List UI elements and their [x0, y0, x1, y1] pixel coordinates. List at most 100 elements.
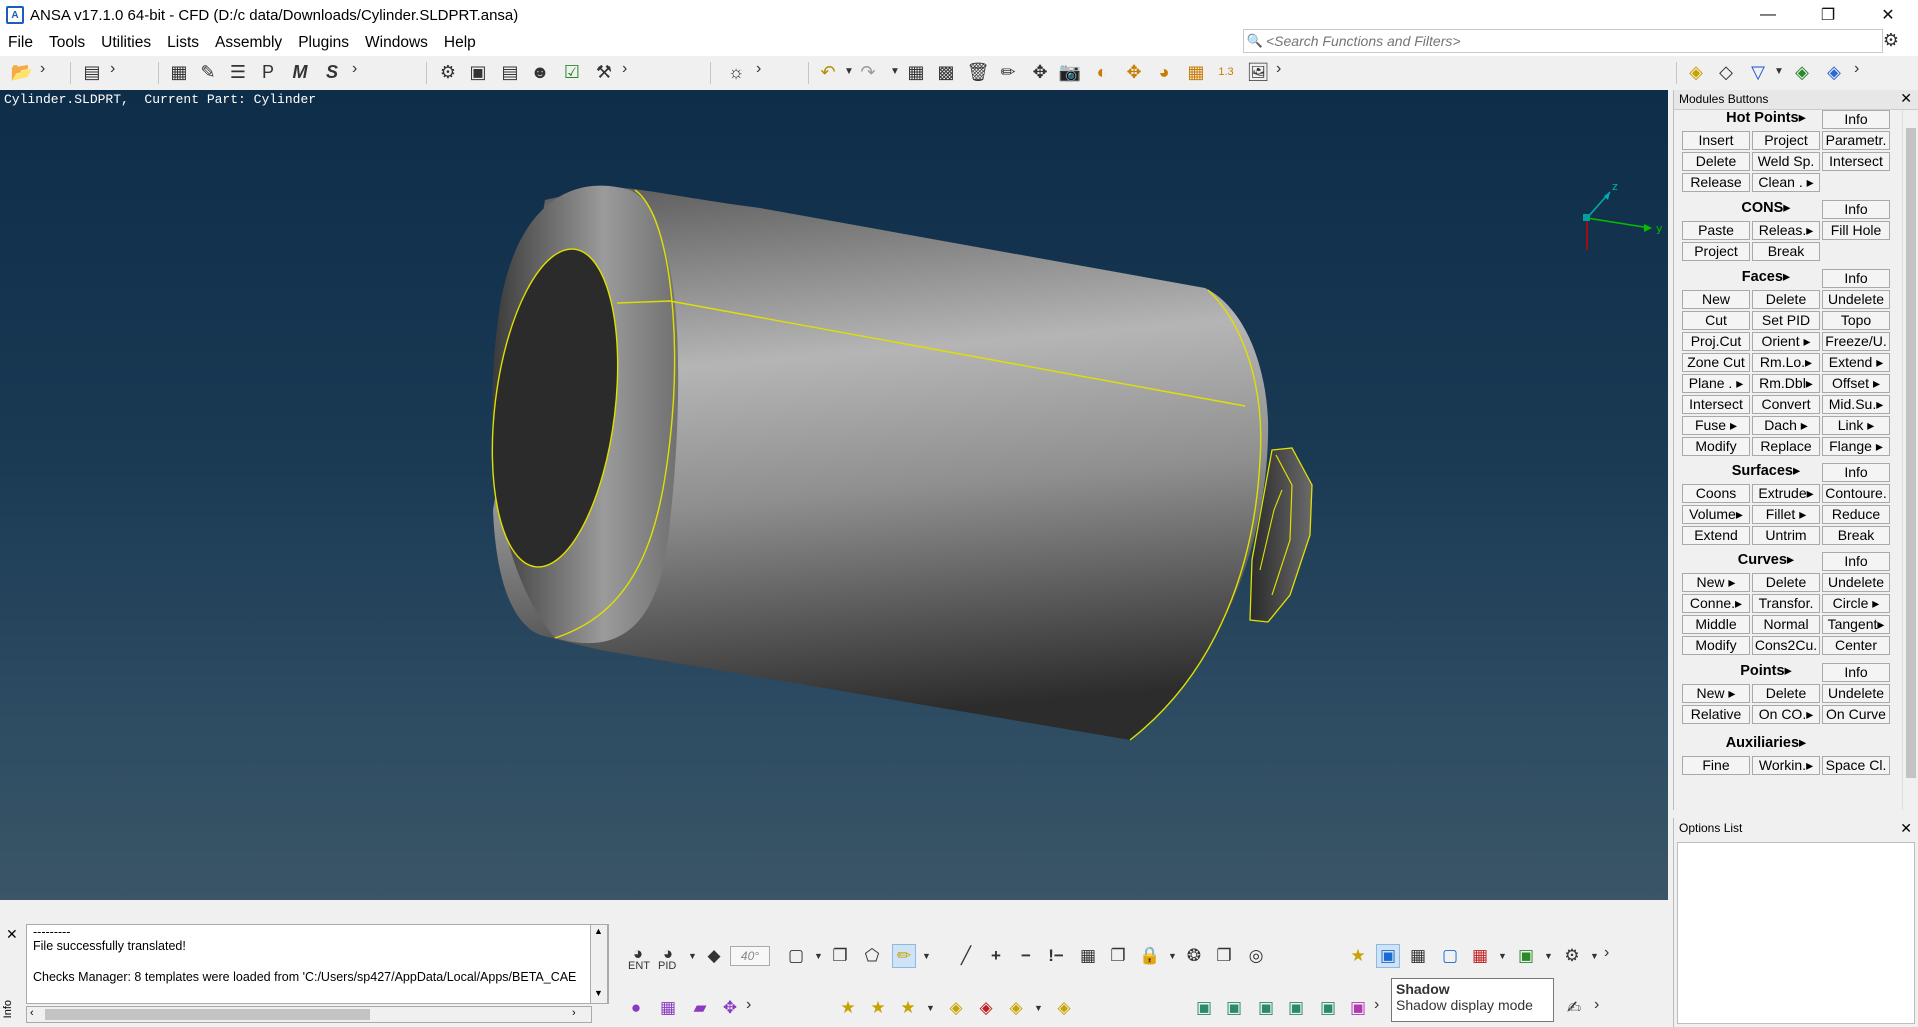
module-button-faces[interactable]: Rm.Lo.▸ — [1752, 353, 1820, 372]
face-select-icon[interactable]: ◈ — [944, 996, 968, 1020]
more-arrow-icon[interactable]: › — [756, 60, 761, 78]
module-button-surfaces[interactable]: Untrim — [1752, 526, 1820, 545]
parts-manager-icon[interactable]: ⚙ — [436, 60, 460, 84]
module-button-curves[interactable]: Delete — [1752, 573, 1820, 592]
model-edit-icon[interactable]: ✎ — [196, 60, 220, 84]
surface-green-icon[interactable]: ◈ — [1790, 60, 1814, 84]
module-button-curves[interactable]: Tangent▸ — [1822, 615, 1890, 634]
module-button-points[interactable]: Relative — [1682, 705, 1750, 724]
minimize-button[interactable]: — — [1738, 0, 1798, 30]
module-button-curves[interactable]: Middle — [1682, 615, 1750, 634]
plane-pick-icon[interactable]: ▰ — [688, 996, 712, 1020]
assembly-icon[interactable]: ▣ — [466, 60, 490, 84]
module-button-hot-points[interactable]: Clean . ▸ — [1752, 173, 1820, 192]
menu-lists[interactable]: Lists — [159, 34, 207, 52]
module-button-points[interactable]: New ▸ — [1682, 684, 1750, 703]
line-icon[interactable]: ╱ — [954, 944, 978, 968]
module-button-curves[interactable]: Conne.▸ — [1682, 594, 1750, 613]
view-top-icon[interactable]: ▣ — [1284, 996, 1308, 1020]
module-button-curves[interactable]: New ▸ — [1682, 573, 1750, 592]
invert-icon[interactable]: !− — [1044, 944, 1068, 968]
material-m-icon[interactable]: M — [288, 60, 312, 84]
module-button-faces[interactable]: Extend ▸ — [1822, 353, 1890, 372]
modules-close-icon[interactable]: ✕ — [1900, 90, 1912, 107]
messages-hscrollbar[interactable]: ‹ › — [26, 1006, 592, 1023]
view-back-icon[interactable]: ▣ — [1346, 996, 1370, 1020]
red-mode-icon[interactable]: ▦ — [1468, 944, 1492, 968]
info-button-cons[interactable]: Info — [1822, 200, 1890, 219]
hand-icon[interactable]: ✍ — [1562, 996, 1586, 1020]
face-red-icon[interactable]: ◈ — [974, 996, 998, 1020]
redo-dropdown-icon[interactable]: ▼ — [890, 66, 900, 77]
more-arrow-icon[interactable]: › — [352, 60, 357, 78]
transform-icon[interactable]: ✥ — [1028, 60, 1052, 84]
ent-filter-icon[interactable]: ★ — [1346, 944, 1370, 968]
module-button-curves[interactable]: Cons2Cu. — [1752, 636, 1820, 655]
scroll-right-icon[interactable]: › — [572, 1007, 576, 1019]
modules-scrollbar[interactable] — [1902, 110, 1918, 810]
options-close-icon[interactable]: ✕ — [1900, 820, 1912, 837]
menu-tools[interactable]: Tools — [41, 34, 93, 52]
tools-icon[interactable]: ⚒ — [592, 60, 616, 84]
module-button-auxiliaries[interactable]: Workin.▸ — [1752, 756, 1820, 775]
lock-dropdown-icon[interactable]: ▼ — [1168, 951, 1177, 961]
more-arrow-icon[interactable]: › — [1854, 60, 1859, 78]
users-icon[interactable]: ☻ — [528, 60, 552, 84]
highlight-icon[interactable]: ✏ — [892, 944, 916, 968]
module-button-faces[interactable]: New — [1682, 290, 1750, 309]
close-button[interactable]: ✕ — [1858, 0, 1918, 30]
scrollbar-thumb[interactable] — [45, 1009, 370, 1020]
module-button-faces[interactable]: Mid.Su.▸ — [1822, 395, 1890, 414]
scale-icon[interactable]: 1.3 — [1214, 60, 1238, 84]
move-icon[interactable]: ✥ — [1122, 60, 1146, 84]
table-icon[interactable]: ▦ — [904, 60, 928, 84]
module-button-hot-points[interactable]: Delete — [1682, 152, 1750, 171]
section-title-cons[interactable]: CONS▸ — [1696, 200, 1836, 216]
module-button-curves[interactable]: Modify — [1682, 636, 1750, 655]
light-settings-icon[interactable]: ☼ — [724, 60, 748, 84]
wireframe-icon[interactable]: ◇ — [1714, 60, 1738, 84]
property-p-icon[interactable]: P — [256, 60, 280, 84]
node-select-icon[interactable]: ★ — [836, 996, 860, 1020]
module-button-faces[interactable]: Cut — [1682, 311, 1750, 330]
cube-pick-icon[interactable]: ▦ — [656, 996, 680, 1020]
window-layout-icon[interactable]: ▤ — [80, 60, 104, 84]
undo-icon[interactable]: ↶ — [816, 60, 840, 84]
view-bottom-icon[interactable]: ▣ — [1316, 996, 1340, 1020]
section-title-auxiliaries[interactable]: Auxiliaries▸ — [1696, 735, 1836, 751]
select-surface-icon[interactable]: ◈ — [1684, 60, 1708, 84]
feature-angle-icon[interactable]: ◆ — [702, 944, 726, 968]
module-button-points[interactable]: On CO.▸ — [1752, 705, 1820, 724]
face-orient-icon[interactable]: ◈ — [1052, 996, 1076, 1020]
menu-utilities[interactable]: Utilities — [93, 34, 159, 52]
all-icon[interactable]: ▦ — [1076, 944, 1100, 968]
module-button-surfaces[interactable]: Extend — [1682, 526, 1750, 545]
scroll-down-icon[interactable]: ▼ — [594, 988, 603, 998]
cut-plane-icon[interactable]: ◐ — [1090, 60, 1114, 84]
module-button-curves[interactable]: Circle ▸ — [1822, 594, 1890, 613]
module-button-curves[interactable]: Center — [1822, 636, 1890, 655]
menu-help[interactable]: Help — [436, 34, 484, 52]
module-button-curves[interactable]: Normal — [1752, 615, 1820, 634]
menu-plugins[interactable]: Plugins — [290, 34, 357, 52]
more-arrow-icon[interactable]: › — [746, 996, 751, 1014]
module-button-cons[interactable]: Releas.▸ — [1752, 221, 1820, 240]
search-input[interactable] — [1266, 33, 1846, 49]
module-button-hot-points[interactable]: Intersect — [1822, 152, 1890, 171]
brush-icon[interactable]: ✏ — [996, 60, 1020, 84]
points-pick-icon[interactable]: ✥ — [718, 996, 742, 1020]
settings-icon[interactable]: ⚙ — [1560, 944, 1584, 968]
minus-icon[interactable]: − — [1014, 944, 1038, 968]
module-button-faces[interactable]: Rm.Dbl▸ — [1752, 374, 1820, 393]
checks-icon[interactable]: ☑ — [560, 60, 584, 84]
module-button-faces[interactable]: Offset ▸ — [1822, 374, 1890, 393]
module-button-surfaces[interactable]: Extrude▸ — [1752, 484, 1820, 503]
module-button-faces[interactable]: Intersect — [1682, 395, 1750, 414]
section-title-curves[interactable]: Curves▸ — [1696, 552, 1836, 568]
filter-table-icon[interactable]: ▩ — [934, 60, 958, 84]
node-remove-icon[interactable]: ★ — [896, 996, 920, 1020]
module-button-hot-points[interactable]: Weld Sp. — [1752, 152, 1820, 171]
module-button-hot-points[interactable]: Release — [1682, 173, 1750, 192]
box-select-icon[interactable]: ▢ — [784, 944, 808, 968]
scroll-left-icon[interactable]: ‹ — [30, 1007, 34, 1019]
